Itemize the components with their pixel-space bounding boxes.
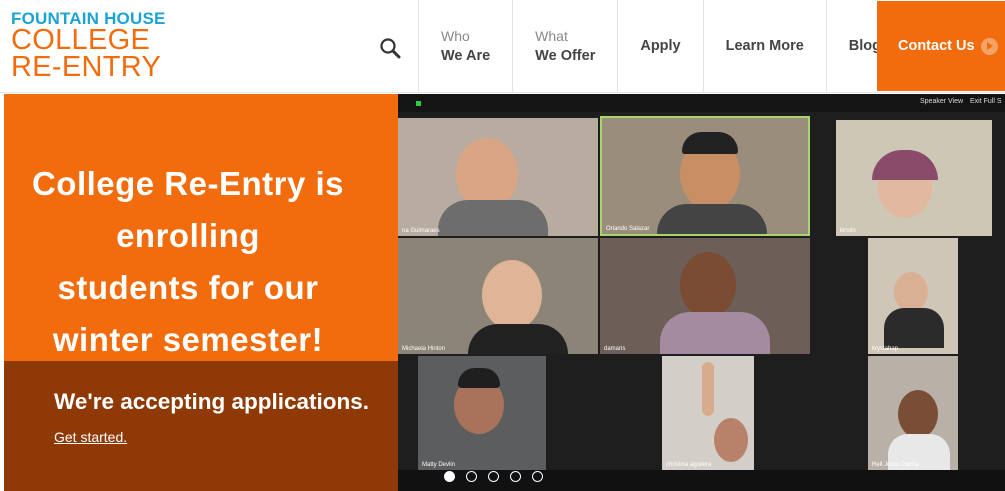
carousel-dot-3[interactable] <box>488 471 499 482</box>
nav-label: We Are <box>441 48 491 64</box>
video-tile: kirstin <box>836 120 992 236</box>
hero-slider: College Re-Entry is enrolling students f… <box>4 94 1005 491</box>
nav-label: Apply <box>640 38 681 54</box>
video-tile: Michaela Hinton <box>398 238 598 354</box>
video-tile: Matty Devlin <box>418 356 546 470</box>
nav-learn-more[interactable]: Learn More <box>702 0 826 92</box>
headline-line: winter semester! <box>52 321 324 358</box>
logo-line-2: COLLEGE <box>11 24 151 56</box>
participant-name: Michaela Hinton <box>402 346 446 352</box>
page: FOUNTAIN HOUSE COLLEGE RE-ENTRY Who We A… <box>0 0 1005 491</box>
nav-apply[interactable]: Apply <box>617 0 702 92</box>
headline-line: students for our <box>57 269 319 306</box>
video-tile: Rell Jesse Garcia <box>868 356 958 470</box>
participant-name: christina aguilera <box>666 462 712 468</box>
contact-label: Contact Us <box>898 38 975 54</box>
contact-us-button[interactable]: Contact Us <box>877 1 1005 91</box>
hero-headline: College Re-Entry is enrolling students f… <box>4 158 372 366</box>
hero-subhead: We're accepting applications. <box>54 389 370 414</box>
participant-name: kirstin <box>840 228 856 234</box>
participant-name: Matty Devlin <box>422 462 456 468</box>
participant-name: Rell Jesse Garcia <box>872 462 920 468</box>
search-icon[interactable] <box>378 36 402 60</box>
carousel-dot-2[interactable] <box>466 471 477 482</box>
nav-label: Learn More <box>725 38 804 54</box>
video-call-topbar: Speaker View Exit Full S <box>398 94 1005 112</box>
nav-small-label: What <box>535 28 568 44</box>
participant-name: damaris <box>604 346 626 352</box>
carousel-dot-4[interactable] <box>510 471 521 482</box>
video-tile: na Guimaraes <box>398 118 598 236</box>
site-header: FOUNTAIN HOUSE COLLEGE RE-ENTRY Who We A… <box>0 0 1005 93</box>
nav-small-label: Who <box>441 28 470 44</box>
participant-name: krystahap <box>872 346 899 352</box>
speaker-view-label: Speaker View <box>920 98 964 105</box>
nav-what-we-offer[interactable]: What We Offer <box>512 0 617 92</box>
logo-line-3: RE-ENTRY <box>11 51 162 83</box>
video-tile-active-speaker: Orlando Salazar <box>600 116 810 236</box>
main-nav: Who We Are What We Offer Apply Learn Mor… <box>418 0 903 92</box>
get-started-link[interactable]: Get started. <box>54 429 127 445</box>
nav-who-we-are[interactable]: Who We Are <box>418 0 512 92</box>
participant-name: na Guimaraes <box>402 228 440 234</box>
arrow-right-icon <box>981 38 998 55</box>
headline-line: enrolling <box>116 217 260 254</box>
hero-headline-panel: College Re-Entry is enrolling students f… <box>4 94 398 361</box>
carousel-dots <box>444 471 543 482</box>
hero-cta-panel: We're accepting applications. Get starte… <box>4 361 398 491</box>
video-call-photo: Speaker View Exit Full S na Guimaraes Or… <box>398 94 1005 491</box>
exit-fullscreen-label: Exit Full S <box>970 98 1002 105</box>
participant-name: Orlando Salazar <box>606 226 650 232</box>
video-tile: damaris <box>600 238 810 354</box>
video-tile: krystahap <box>868 238 958 354</box>
nav-label: We Offer <box>535 48 596 64</box>
headline-line: College Re-Entry is <box>31 165 345 202</box>
carousel-dot-5[interactable] <box>532 471 543 482</box>
site-logo[interactable]: FOUNTAIN HOUSE COLLEGE RE-ENTRY <box>11 10 166 83</box>
status-dot-icon <box>416 101 421 106</box>
carousel-dot-1[interactable] <box>444 471 455 482</box>
video-tile: christina aguilera <box>662 356 754 470</box>
